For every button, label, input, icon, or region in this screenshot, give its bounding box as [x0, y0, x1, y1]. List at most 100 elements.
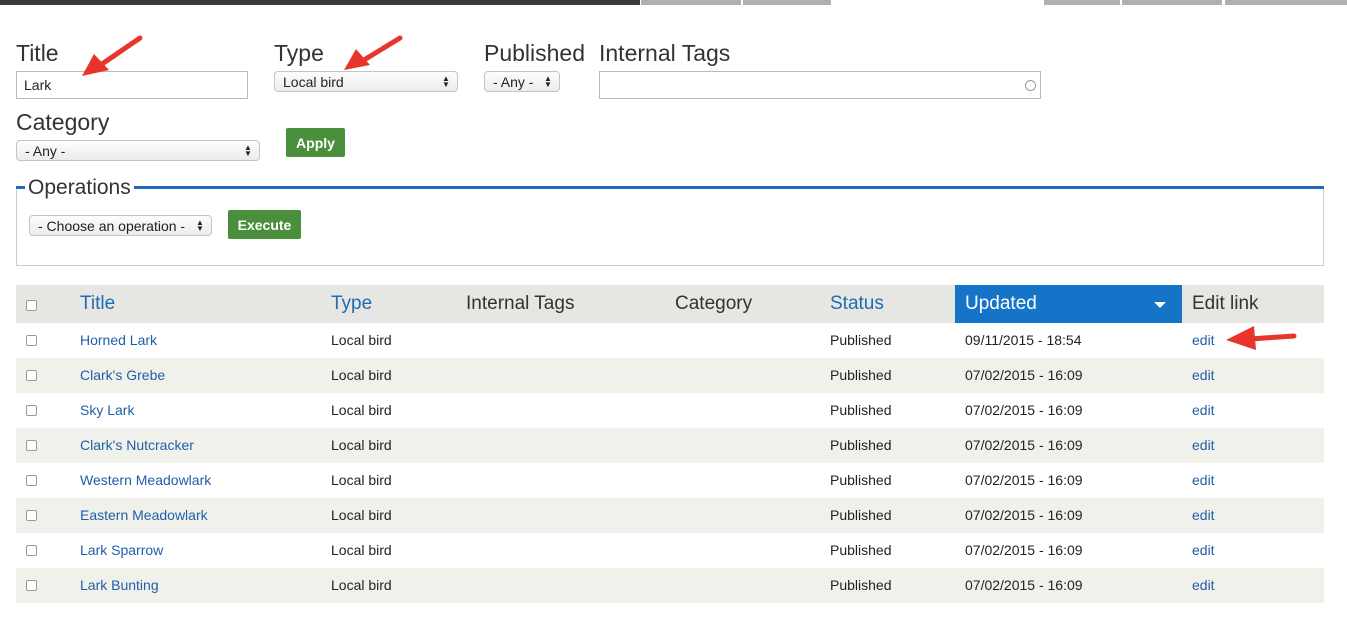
- operation-select[interactable]: - Choose an operation - ▲ ▼: [29, 215, 212, 236]
- operations-fieldset-top-border: [16, 186, 1324, 189]
- column-header-updated-label: Updated: [965, 293, 1037, 314]
- tab-strip-segment: [0, 0, 640, 5]
- row-updated: 07/02/2015 - 16:09: [965, 542, 1083, 558]
- row-status: Published: [830, 542, 892, 558]
- row-type: Local bird: [331, 332, 392, 348]
- row-updated: 07/02/2015 - 16:09: [965, 507, 1083, 523]
- top-tab-strip: [0, 0, 1347, 5]
- sort-desc-icon: [1154, 302, 1166, 308]
- annotation-arrow-icon: [1226, 326, 1297, 350]
- apply-button[interactable]: Apply: [286, 128, 345, 157]
- column-header-title[interactable]: Title: [80, 285, 115, 323]
- column-header-type[interactable]: Type: [331, 285, 372, 323]
- row-status: Published: [830, 402, 892, 418]
- table-row: Eastern Meadowlark Local bird Published …: [16, 498, 1324, 533]
- category-filter-value: - Any -: [25, 142, 66, 159]
- title-filter-label: Title: [16, 40, 59, 66]
- row-title-link[interactable]: Horned Lark: [80, 323, 157, 358]
- table-row: Clark's Grebe Local bird Published 07/02…: [16, 358, 1324, 393]
- row-type: Local bird: [331, 402, 392, 418]
- annotation-arrow-icon: [344, 35, 403, 70]
- row-type: Local bird: [331, 507, 392, 523]
- column-header-status[interactable]: Status: [830, 285, 884, 323]
- row-title-link[interactable]: Western Meadowlark: [80, 463, 211, 498]
- published-filter-select[interactable]: - Any - ▲ ▼: [484, 71, 560, 92]
- row-type: Local bird: [331, 472, 392, 488]
- operations-fieldset: [16, 186, 1324, 266]
- row-edit-link[interactable]: edit: [1192, 358, 1215, 393]
- autocomplete-throbber-icon: [1025, 80, 1036, 91]
- tab-strip-segment[interactable]: [641, 0, 741, 5]
- row-checkbox[interactable]: [26, 475, 37, 486]
- select-arrows-icon: ▲ ▼: [196, 217, 204, 233]
- row-checkbox[interactable]: [26, 545, 37, 556]
- row-edit-link[interactable]: edit: [1192, 498, 1215, 533]
- type-filter-value: Local bird: [283, 73, 344, 90]
- annotation-arrow-icon: [82, 35, 143, 76]
- operation-select-value: - Choose an operation -: [38, 217, 186, 234]
- row-updated: 07/02/2015 - 16:09: [965, 577, 1083, 593]
- select-all-checkbox[interactable]: [26, 300, 37, 311]
- row-checkbox[interactable]: [26, 440, 37, 451]
- row-status: Published: [830, 437, 892, 453]
- table-row: Lark Bunting Local bird Published 07/02/…: [16, 568, 1324, 603]
- row-status: Published: [830, 332, 892, 348]
- row-checkbox[interactable]: [26, 370, 37, 381]
- row-title-link[interactable]: Eastern Meadowlark: [80, 498, 208, 533]
- column-header-edit-link: Edit link: [1192, 293, 1259, 314]
- row-updated: 07/02/2015 - 16:09: [965, 367, 1083, 383]
- type-filter-label: Type: [274, 40, 324, 66]
- row-edit-link[interactable]: edit: [1192, 568, 1215, 603]
- row-type: Local bird: [331, 437, 392, 453]
- column-header-internal-tags: Internal Tags: [466, 293, 575, 314]
- row-checkbox[interactable]: [26, 335, 37, 346]
- row-title-link[interactable]: Lark Bunting: [80, 568, 159, 603]
- row-title-link[interactable]: Clark's Grebe: [80, 358, 165, 393]
- row-edit-link[interactable]: edit: [1192, 393, 1215, 428]
- table-row: Sky Lark Local bird Published 07/02/2015…: [16, 393, 1324, 428]
- category-filter-select[interactable]: - Any - ▲ ▼: [16, 140, 260, 161]
- table-row: Lark Sparrow Local bird Published 07/02/…: [16, 533, 1324, 568]
- internal-tags-filter-label: Internal Tags: [599, 40, 731, 66]
- tab-strip-segment[interactable]: [1044, 0, 1120, 5]
- table-row: Horned Lark Local bird Published 09/11/2…: [16, 323, 1324, 358]
- tab-strip-segment[interactable]: [1122, 0, 1222, 5]
- row-status: Published: [830, 507, 892, 523]
- operations-legend: Operations: [25, 176, 134, 200]
- row-status: Published: [830, 472, 892, 488]
- execute-button[interactable]: Execute: [228, 210, 301, 239]
- row-updated: 09/11/2015 - 18:54: [965, 332, 1082, 348]
- published-filter-value: - Any -: [493, 73, 534, 90]
- category-filter-label: Category: [16, 109, 110, 135]
- select-arrows-icon: ▲ ▼: [544, 73, 552, 89]
- row-title-link[interactable]: Sky Lark: [80, 393, 134, 428]
- row-edit-link[interactable]: edit: [1192, 463, 1215, 498]
- row-edit-link[interactable]: edit: [1192, 533, 1215, 568]
- column-header-category: Category: [675, 293, 753, 314]
- table-row: Clark's Nutcracker Local bird Published …: [16, 428, 1324, 463]
- row-updated: 07/02/2015 - 16:09: [965, 402, 1083, 418]
- published-filter-label: Published: [484, 40, 586, 66]
- row-checkbox[interactable]: [26, 405, 37, 416]
- row-edit-link[interactable]: edit: [1192, 323, 1215, 358]
- internal-tags-filter-input[interactable]: [599, 71, 1041, 99]
- row-type: Local bird: [331, 542, 392, 558]
- row-type: Local bird: [331, 367, 392, 383]
- row-checkbox[interactable]: [26, 580, 37, 591]
- table-row: Western Meadowlark Local bird Published …: [16, 463, 1324, 498]
- select-arrows-icon: ▲ ▼: [442, 73, 450, 89]
- row-updated: 07/02/2015 - 16:09: [965, 437, 1083, 453]
- type-filter-select[interactable]: Local bird ▲ ▼: [274, 71, 458, 92]
- row-title-link[interactable]: Clark's Nutcracker: [80, 428, 194, 463]
- row-edit-link[interactable]: edit: [1192, 428, 1215, 463]
- row-type: Local bird: [331, 577, 392, 593]
- row-updated: 07/02/2015 - 16:09: [965, 472, 1083, 488]
- row-title-link[interactable]: Lark Sparrow: [80, 533, 163, 568]
- select-arrows-icon: ▲ ▼: [244, 142, 252, 158]
- tab-strip-segment[interactable]: [743, 0, 831, 5]
- row-checkbox[interactable]: [26, 510, 37, 521]
- column-header-updated[interactable]: Updated: [955, 285, 1182, 323]
- row-status: Published: [830, 367, 892, 383]
- row-status: Published: [830, 577, 892, 593]
- tab-strip-segment[interactable]: [1225, 0, 1347, 5]
